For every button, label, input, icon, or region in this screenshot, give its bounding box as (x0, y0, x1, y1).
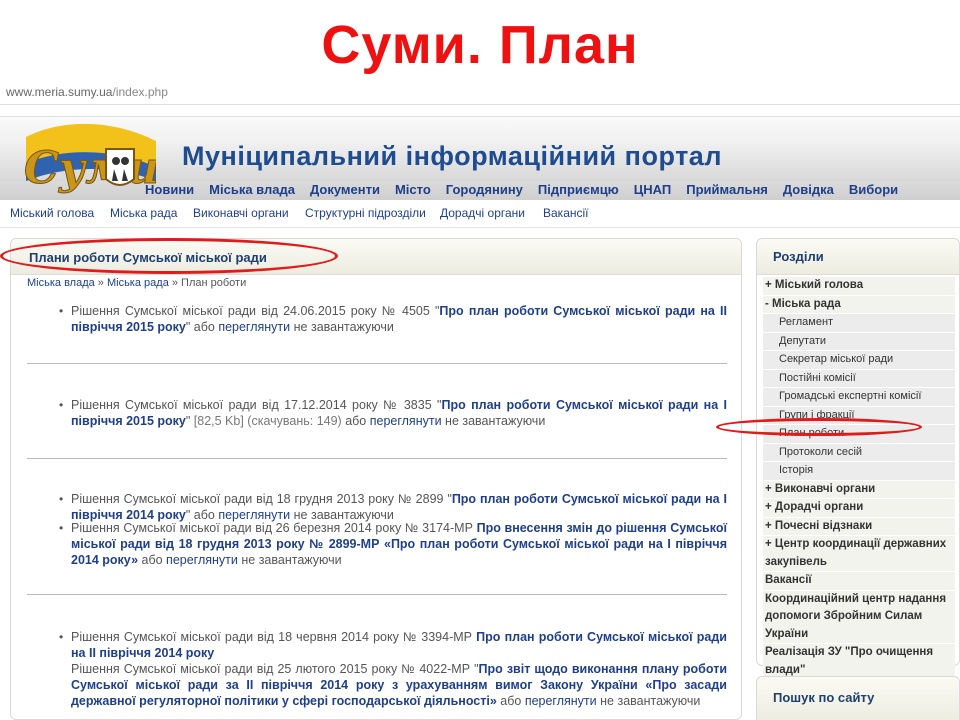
nav-cnap[interactable]: ЦНАП (634, 182, 671, 197)
breadcrumb-city-government[interactable]: Міська влада (27, 277, 95, 289)
list-item: • Рішення Сумської міської ради від 18 г… (59, 491, 727, 523)
sidebar-subitem[interactable]: Секретар міської ради (763, 351, 955, 370)
search-title: Пошук по сайту (773, 690, 875, 705)
sidebar-subitem[interactable]: Групи і фракції (763, 406, 955, 425)
sidebar-item[interactable]: Координаційний центр надання допомоги Зб… (763, 590, 955, 644)
view-online-link[interactable]: переглянути (525, 694, 597, 708)
document-text: не завантажуючи (441, 414, 546, 428)
sidebar-item[interactable]: Вакансії (763, 572, 955, 591)
document-description: Рішення Сумської міської ради від 17.12.… (71, 398, 442, 412)
document-text: " (185, 414, 194, 428)
sidebar-subitem[interactable]: Громадські експертні комісії (763, 388, 955, 407)
sidebar-item[interactable]: + Центр координації державних закупівель (763, 536, 955, 572)
search-panel: Пошук по сайту (756, 676, 960, 720)
sidebar-item[interactable]: Реалізація ЗУ "Про очищення влади" (763, 644, 955, 680)
bullet: • (59, 630, 64, 644)
sidebar-menu: + Міський голова - Міська рада Регламент Де… (763, 277, 955, 680)
subnav-advisory-bodies[interactable]: Дорадчі органи (440, 206, 525, 220)
document-description: Рішення Сумської міської ради від 25 лют… (71, 662, 479, 676)
address-bar-divider (0, 104, 960, 105)
subnav-city-council[interactable]: Міська рада (110, 206, 177, 220)
sidebar-item[interactable]: + Дорадчі органи (763, 499, 955, 518)
sidebar-subitem[interactable]: Історія (763, 462, 955, 481)
sidebar-header: Розділи (757, 239, 959, 275)
list-item: • Рішення Сумської міської ради від 17.1… (59, 397, 727, 429)
bullet: • (59, 304, 64, 318)
site-header: Суми Муніципальний інформаційний портал … (0, 116, 960, 200)
url-path: /index.php (112, 85, 168, 99)
subnav-executive-bodies[interactable]: Виконавчі органи (193, 206, 289, 220)
sidebar-subitem[interactable]: Регламент (763, 314, 955, 333)
nav-city-government[interactable]: Міська влада (209, 182, 295, 197)
sidebar-title: Розділи (773, 249, 824, 264)
breadcrumb-separator: » (94, 277, 107, 289)
sidebar-item[interactable]: + Почесні відзнаки (763, 517, 955, 536)
list-item: • Рішення Сумської міської ради від 24.0… (59, 303, 727, 335)
section-divider (27, 458, 727, 459)
nav-news[interactable]: Новини (145, 182, 194, 197)
nav-reference[interactable]: Довідка (783, 182, 834, 197)
url-domain: www.meria.sumy.ua (6, 85, 113, 99)
document-text: або (138, 553, 167, 567)
address-bar[interactable]: www.meria.sumy.ua/index.php (6, 85, 168, 99)
main-panel-header: Плани роботи Сумської міської ради (11, 239, 741, 275)
list-item: • Рішення Сумської міської ради від 26 б… (59, 520, 727, 568)
document-text: не завантажуючи (290, 320, 394, 334)
document-description: Рішення Сумської міської ради від 24.06.… (71, 304, 440, 318)
portal-title: Муніципальний інформаційний портал (182, 141, 722, 171)
nav-business[interactable]: Підприємцю (538, 182, 619, 197)
view-online-link[interactable]: переглянути (166, 553, 238, 567)
search-panel-header: Пошук по сайту (757, 677, 959, 720)
document-text: не завантажуючи (596, 694, 701, 708)
subnav-vacancies[interactable]: Вакансії (543, 206, 589, 220)
document-text: не завантажуючи (237, 553, 342, 567)
breadcrumb-current: План роботи (181, 277, 247, 289)
sidebar-item[interactable]: - Міська рада (763, 295, 955, 314)
nav-documents[interactable]: Документи (310, 182, 380, 197)
view-online-link[interactable]: переглянути (218, 320, 290, 334)
bullet: • (59, 492, 64, 506)
slide-title: Суми. План (321, 15, 639, 75)
section-divider (27, 594, 727, 595)
nav-elections[interactable]: Вибори (849, 182, 898, 197)
list-item: Рішення Сумської міської ради від 25 лют… (71, 661, 727, 709)
list-item: • Рішення Сумської міської ради від 18 ч… (59, 629, 727, 661)
sidebar-item[interactable]: + Міський голова (763, 277, 955, 296)
document-text: " або (185, 320, 219, 334)
document-description: Рішення Сумської міської ради від 26 бер… (71, 521, 477, 535)
bullet: • (59, 521, 64, 535)
breadcrumb-separator: » (168, 277, 182, 289)
document-description: Рішення Сумської міської ради від 18 чер… (71, 630, 477, 644)
document-text: або (496, 694, 525, 708)
view-online-link[interactable]: переглянути (370, 414, 442, 428)
subnav-structural-units[interactable]: Структурні підрозділи (305, 206, 426, 220)
sidebar-subitem[interactable]: План роботи (763, 425, 955, 444)
subnav-mayor[interactable]: Міський голова (10, 206, 94, 220)
bullet: • (59, 398, 64, 412)
sidebar-subitem[interactable]: Постійні комісії (763, 369, 955, 388)
top-navigation: Новини Міська влада Документи Місто Горо… (145, 182, 913, 197)
sidebar-item[interactable]: + Виконавчі органи (763, 480, 955, 499)
sidebar-subitem[interactable]: Протоколи сесій (763, 443, 955, 462)
nav-citizens[interactable]: Городянину (446, 182, 523, 197)
logo-text: Суми (24, 143, 156, 194)
breadcrumb: Міська влада » Міська рада » План роботи (27, 277, 246, 289)
nav-reception[interactable]: Приймальня (686, 182, 768, 197)
section-divider (27, 363, 727, 364)
sumy-coat-of-arms-logo[interactable]: Суми (6, 119, 160, 201)
document-description: Рішення Сумської міської ради від 18 гру… (71, 492, 452, 506)
sidebar-subitem[interactable]: Депутати (763, 332, 955, 351)
main-content-panel: Плани роботи Сумської міської ради Міськ… (10, 238, 742, 720)
document-text: або (341, 414, 370, 428)
sections-sidebar: Розділи + Міський голова - Міська рада Рег… (756, 238, 960, 680)
breadcrumb-city-council[interactable]: Міська рада (107, 277, 169, 289)
sub-navigation: Міський голова Міська рада Виконавчі орг… (0, 200, 960, 228)
page-title: Плани роботи Сумської міської ради (29, 250, 267, 265)
file-meta: [82,5 Kb] (скачувань: 149) (193, 414, 342, 428)
nav-city[interactable]: Місто (395, 182, 431, 197)
